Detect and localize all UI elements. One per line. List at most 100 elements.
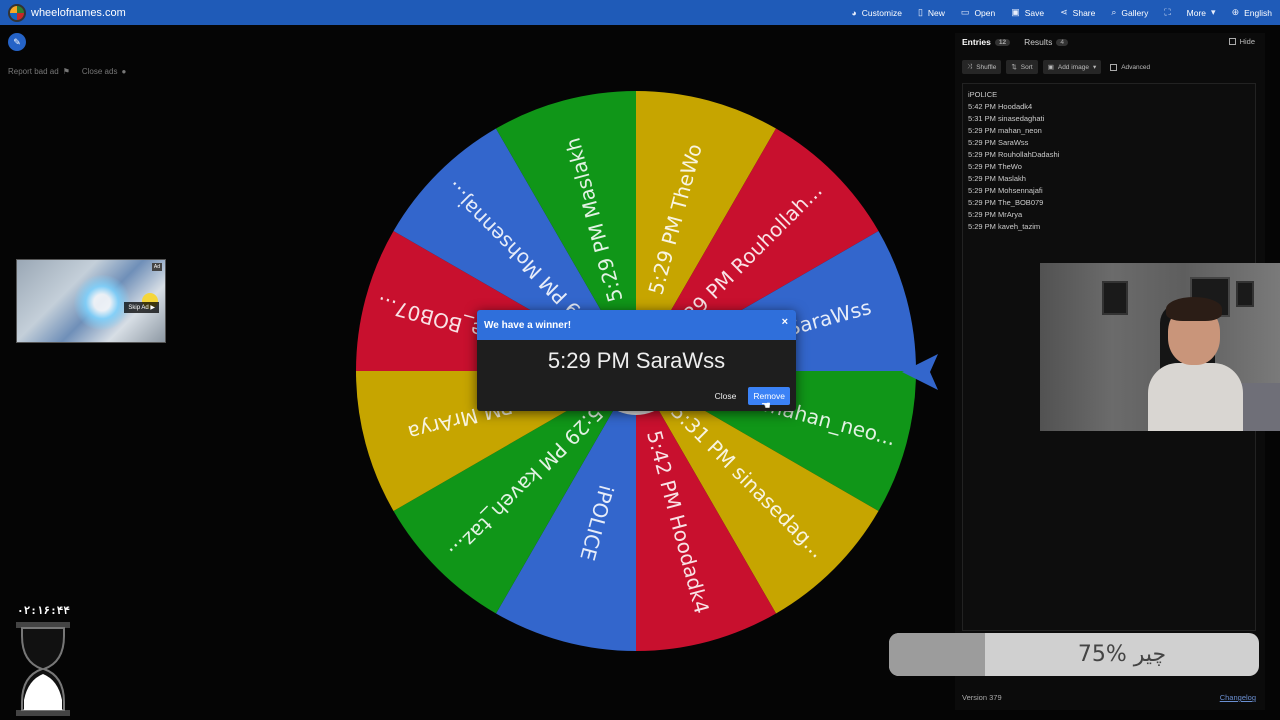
- menu-gallery-label: Gallery: [1121, 7, 1149, 18]
- close-ads-link[interactable]: Close ads ●: [82, 67, 126, 76]
- folder-icon: ▭: [960, 7, 970, 17]
- advanced-toggle[interactable]: Advanced: [1110, 63, 1151, 71]
- entry-line: 5:29 PM RouhollahDadashi: [968, 150, 1060, 159]
- edit-button[interactable]: ✎: [8, 33, 26, 51]
- wall-frame: [1102, 281, 1128, 315]
- sort-icon: ⇅: [1011, 64, 1017, 71]
- advanced-label: Advanced: [1121, 63, 1151, 71]
- progress-fill: [889, 633, 986, 676]
- top-bar: wheelofnames.com ◕ Customize ▯ New ▭ Open ▣…: [0, 0, 1280, 25]
- entry-line: 5:29 PM MrArya: [968, 210, 1023, 219]
- shuffle-button[interactable]: ⤨ Shuffle: [962, 60, 1002, 74]
- top-menu: ◕ Customize ▯ New ▭ Open ▣ Save ⋖ Share ⌕ Gall…: [851, 0, 1272, 25]
- menu-more[interactable]: More ▾: [1187, 7, 1216, 18]
- app-root: wheelofnames.com ◕ Customize ▯ New ▭ Open ▣…: [0, 0, 1280, 720]
- webcam-person-hair: [1166, 297, 1222, 321]
- entries-toolbar: ⤨ Shuffle ⇅ Sort ▣ Add image ▾ Advanced: [962, 60, 1150, 74]
- ad-tag: Ad: [151, 263, 162, 271]
- entry-line: 5:29 PM Mohsennajafi: [968, 186, 1043, 195]
- share-icon: ⋖: [1060, 7, 1068, 17]
- dialog-actions: Close Remove: [711, 387, 790, 405]
- webcam-person-body: [1148, 363, 1243, 431]
- entry-line: 5:29 PM SaraWss: [968, 138, 1029, 147]
- progress-bar: 75% چیر: [889, 633, 1259, 676]
- changelog-link[interactable]: Changelog: [1220, 693, 1256, 702]
- timer-readout: ۰۲:۱۶:۴۴: [17, 604, 70, 617]
- winner-name: 5:29 PM SaraWss: [547, 348, 726, 373]
- chevron-down-icon: ▾: [1211, 7, 1216, 17]
- menu-fullscreen[interactable]: ⛶: [1164, 7, 1170, 18]
- help-icon: ●: [121, 67, 127, 76]
- tab-results-label: Results: [1024, 37, 1053, 47]
- tab-entries[interactable]: Entries 12: [962, 37, 1011, 47]
- add-image-label: Add image: [1057, 63, 1089, 71]
- pencil-icon: ✎: [13, 36, 21, 47]
- menu-customize-label: Customize: [861, 7, 902, 18]
- menu-new[interactable]: ▯ New: [918, 7, 945, 18]
- entry-line: iPOLICE: [968, 90, 998, 99]
- advanced-checkbox[interactable]: [1110, 63, 1118, 71]
- report-ad-label: Report bad ad: [8, 67, 59, 76]
- entry-line: 5:29 PM TheWo: [968, 162, 1022, 171]
- hourglass-icon: [16, 622, 70, 716]
- entry-line: 5:42 PM Hoodadk4: [968, 102, 1033, 111]
- report-ad-link[interactable]: Report bad ad ⚑: [8, 67, 70, 76]
- ad-image: [72, 275, 132, 330]
- dialog-title: We have a winner!: [484, 319, 572, 331]
- entry-line: 5:29 PM mahan_neon: [968, 126, 1042, 135]
- image-icon: ▣: [1047, 64, 1054, 71]
- menu-save[interactable]: ▣ Save: [1011, 7, 1044, 18]
- webcam-overlay: [1040, 263, 1280, 431]
- version-text: Version 379: [962, 693, 1002, 702]
- wheel-pointer-icon: [902, 354, 938, 390]
- site-title[interactable]: wheelofnames.com: [31, 7, 126, 19]
- sort-label: Sort: [1020, 63, 1033, 71]
- entries-count-badge: 12: [994, 38, 1011, 46]
- wall-frame: [1236, 281, 1254, 307]
- flag-icon: ⚑: [62, 67, 70, 76]
- entry-line: 5:29 PM Maslakh: [968, 174, 1026, 183]
- menu-share-label: Share: [1072, 7, 1096, 18]
- shuffle-label: Shuffle: [976, 63, 997, 71]
- entry-line: 5:29 PM kaveh_tazim: [968, 222, 1041, 231]
- chevron-down-icon: ▾: [1092, 64, 1097, 71]
- winner-dialog: We have a winner! × 5:29 PM SaraWss Clos…: [477, 310, 796, 411]
- menu-language-label: English: [1244, 7, 1272, 18]
- menu-language[interactable]: ⊕ English: [1232, 7, 1272, 18]
- close-icon[interactable]: ×: [782, 316, 788, 328]
- hide-toggle[interactable]: Hide: [1228, 37, 1255, 46]
- menu-share[interactable]: ⋖ Share: [1060, 7, 1095, 18]
- search-icon: ⌕: [1111, 7, 1117, 17]
- close-ads-label: Close ads: [81, 67, 118, 76]
- dialog-header: We have a winner! ×: [477, 310, 796, 340]
- close-button[interactable]: Close: [711, 387, 741, 405]
- mouse-cursor-icon: ☚: [761, 400, 771, 412]
- ad-video[interactable]: Ad Skip Ad ▶: [16, 259, 166, 343]
- palette-icon: ◕: [851, 7, 857, 18]
- menu-open-label: Open: [974, 7, 996, 18]
- tab-results[interactable]: Results 4: [1024, 37, 1069, 47]
- menu-gallery[interactable]: ⌕ Gallery: [1111, 7, 1148, 18]
- menu-customize[interactable]: ◕ Customize: [851, 8, 902, 18]
- shuffle-icon: ⤨: [967, 63, 973, 70]
- save-icon: ▣: [1011, 7, 1020, 17]
- progress-label: 75% چیر: [1077, 642, 1167, 667]
- skip-ad-button[interactable]: Skip Ad ▶: [124, 302, 159, 313]
- file-icon: ▯: [917, 7, 923, 17]
- add-image-button[interactable]: ▣ Add image ▾: [1042, 60, 1102, 74]
- entry-line: 5:31 PM sinasedaghati: [968, 114, 1045, 123]
- tab-entries-label: Entries: [962, 37, 991, 47]
- menu-open[interactable]: ▭ Open: [961, 7, 995, 18]
- menu-more-label: More: [1186, 7, 1207, 18]
- menu-new-label: New: [927, 7, 945, 18]
- globe-icon: ⊕: [1231, 7, 1240, 17]
- results-count-badge: 4: [1056, 38, 1069, 46]
- sort-button[interactable]: ⇅ Sort: [1006, 60, 1038, 74]
- panel-tabs: Entries 12 Results 4: [962, 37, 1069, 47]
- hide-label: Hide: [1239, 37, 1255, 46]
- fullscreen-icon: ⛶: [1164, 7, 1171, 17]
- hide-checkbox[interactable]: [1228, 38, 1236, 45]
- entry-line: 5:29 PM The_BOB079: [968, 198, 1044, 207]
- menu-save-label: Save: [1024, 7, 1045, 18]
- logo-icon[interactable]: [8, 3, 26, 22]
